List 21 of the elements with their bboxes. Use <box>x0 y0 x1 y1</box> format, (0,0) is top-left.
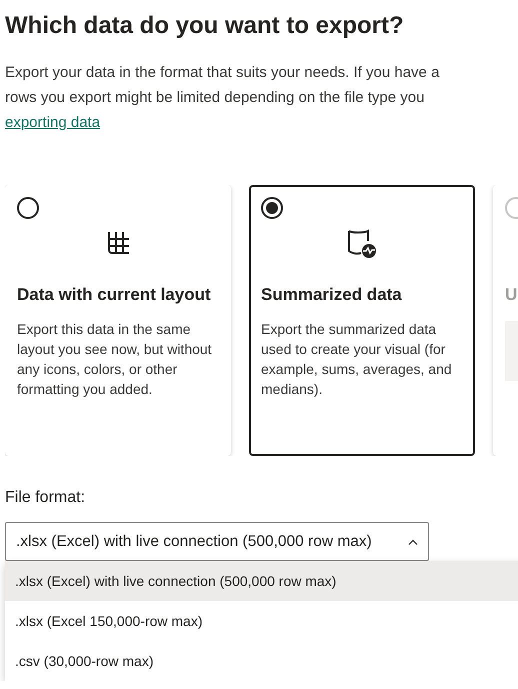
field-label: File format: <box>5 488 86 508</box>
card-description: Export the summarized data used to create your visual (for example, sums, averages, and medians). <box>261 320 453 399</box>
card-title: U <box>505 284 518 306</box>
option-card[interactable]: Data with current layout Export this data in the same layout you see now, but without any icons, colors, or other formatting you added. <box>5 185 231 456</box>
chevron-up-icon <box>408 538 418 544</box>
card-description: Export this data in the same layout you see now, but without any icons, colors, or other formatting you added. <box>17 320 213 399</box>
table-grid-icon <box>105 230 131 256</box>
dropdown-value: .xlsx (Excel) with live connection (500,000 row max) <box>16 532 372 552</box>
data-summary-icon <box>346 227 378 259</box>
dropdown-option[interactable]: .xlsx (Excel) with live connection (500,000 row max) <box>5 561 518 601</box>
learn-more-link[interactable]: exporting data <box>5 114 100 131</box>
radio-button[interactable] <box>17 197 39 219</box>
card-title: Data with current layout <box>17 284 212 306</box>
radio-button[interactable] <box>261 197 283 219</box>
option-card[interactable]: Summarized data Export the summarized data used to create your visual (for example, sums, averages, and medians). <box>249 185 475 456</box>
intro-text: Export your data in the format that suits your needs. If you have a <box>5 63 440 83</box>
card-title: Summarized data <box>261 284 403 306</box>
page-title: Which data do you want to export? <box>5 12 405 40</box>
dropdown-option[interactable]: .csv (30,000-row max) <box>5 641 518 681</box>
intro-text: rows you export might be limited depending on the file type you <box>5 88 426 108</box>
format-dropdown[interactable]: .xlsx (Excel) with live connection (500,000 row max) <box>5 522 429 561</box>
